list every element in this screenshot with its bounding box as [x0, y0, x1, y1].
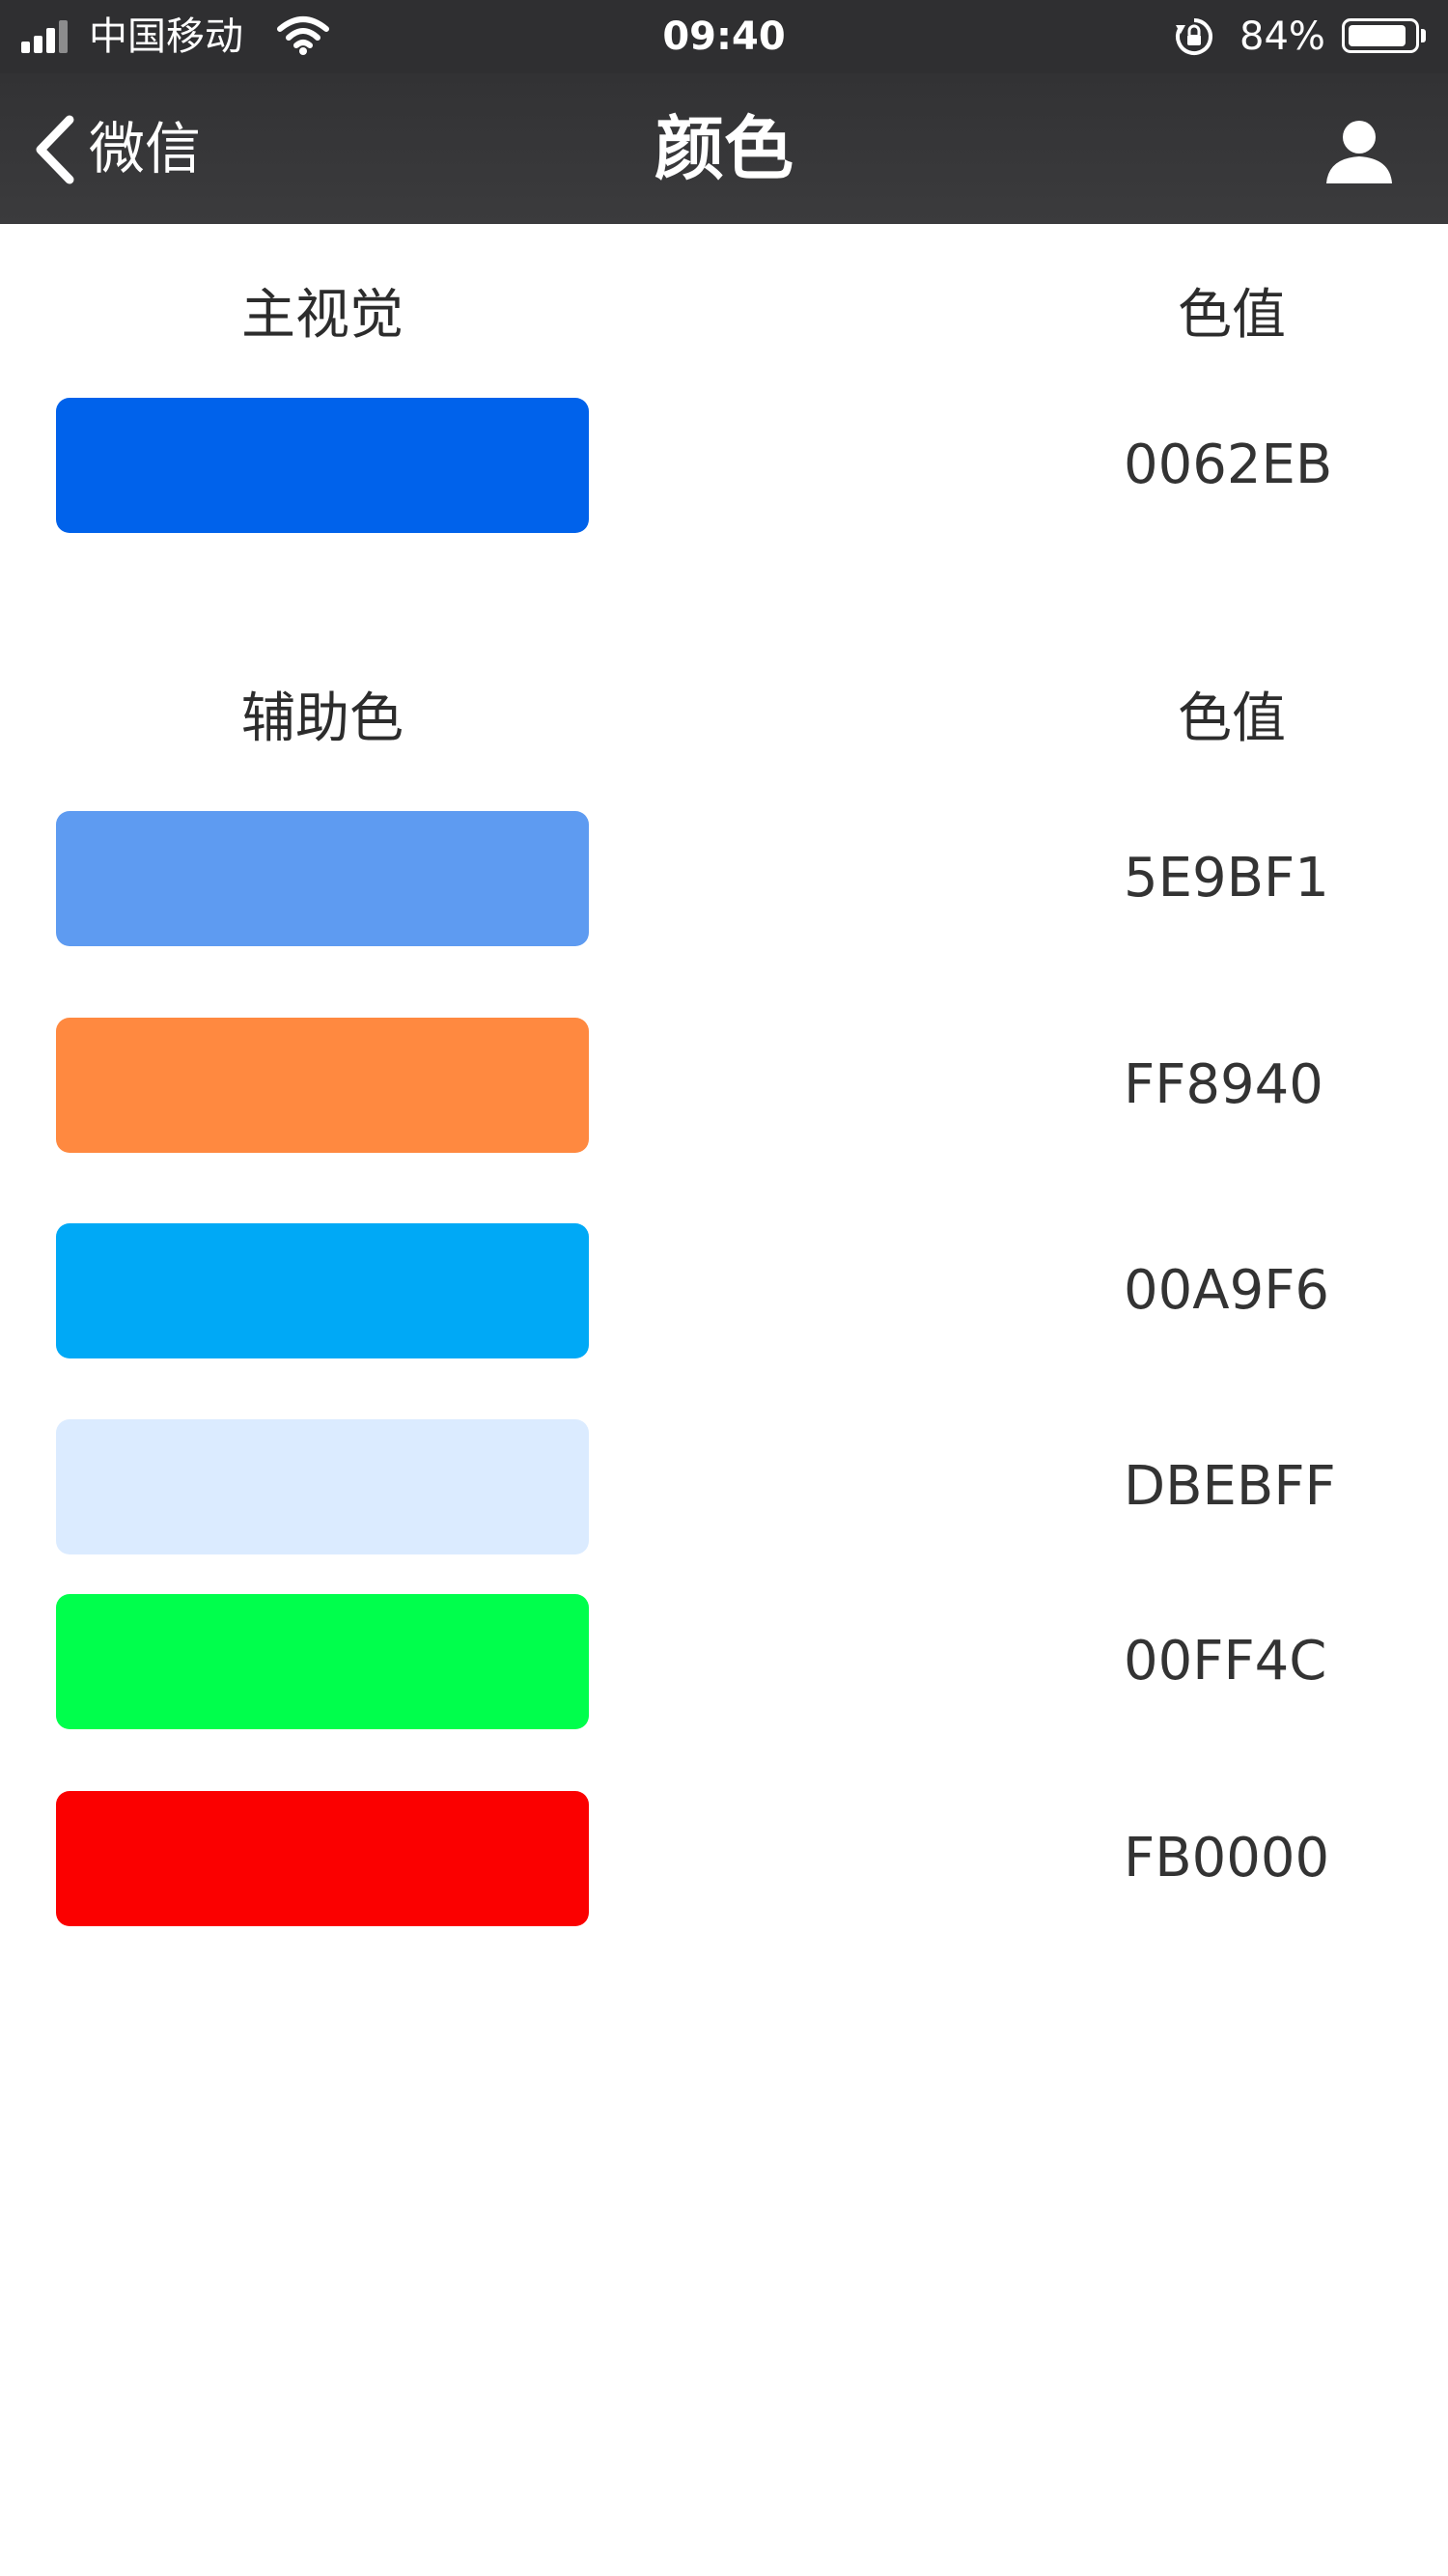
color-swatch — [56, 1419, 589, 1554]
color-swatch — [56, 811, 589, 946]
color-value-label: FB0000 — [1124, 1827, 1330, 1890]
color-value-label: 00FF4C — [1124, 1630, 1327, 1693]
color-value-label: 00A9F6 — [1124, 1259, 1330, 1322]
battery-icon — [1342, 18, 1419, 53]
primary-value-header: 色值 — [1178, 284, 1286, 347]
user-icon[interactable] — [1324, 116, 1394, 185]
secondary-value-header: 色值 — [1178, 687, 1286, 750]
secondary-section-header: 辅助色 — [241, 687, 404, 750]
color-swatch — [56, 1791, 589, 1926]
battery-percent: 84% — [1239, 14, 1325, 59]
color-value-label: 0062EB — [1124, 434, 1333, 496]
orientation-lock-icon — [1176, 18, 1212, 55]
color-value-label: DBEBFF — [1124, 1455, 1336, 1518]
primary-section-header: 主视觉 — [241, 284, 404, 347]
color-value-label: 5E9BF1 — [1124, 847, 1329, 910]
status-bar: 中国移动 09:40 84% — [0, 0, 1448, 73]
color-swatch — [56, 1594, 589, 1729]
nav-bar: 微信 颜色 — [0, 73, 1448, 224]
page-title: 颜色 — [654, 108, 794, 189]
color-swatch — [56, 1223, 589, 1358]
clock: 09:40 — [662, 14, 786, 59]
color-value-label: FF8940 — [1124, 1053, 1323, 1116]
color-swatch — [56, 398, 589, 533]
color-swatch — [56, 1018, 589, 1153]
